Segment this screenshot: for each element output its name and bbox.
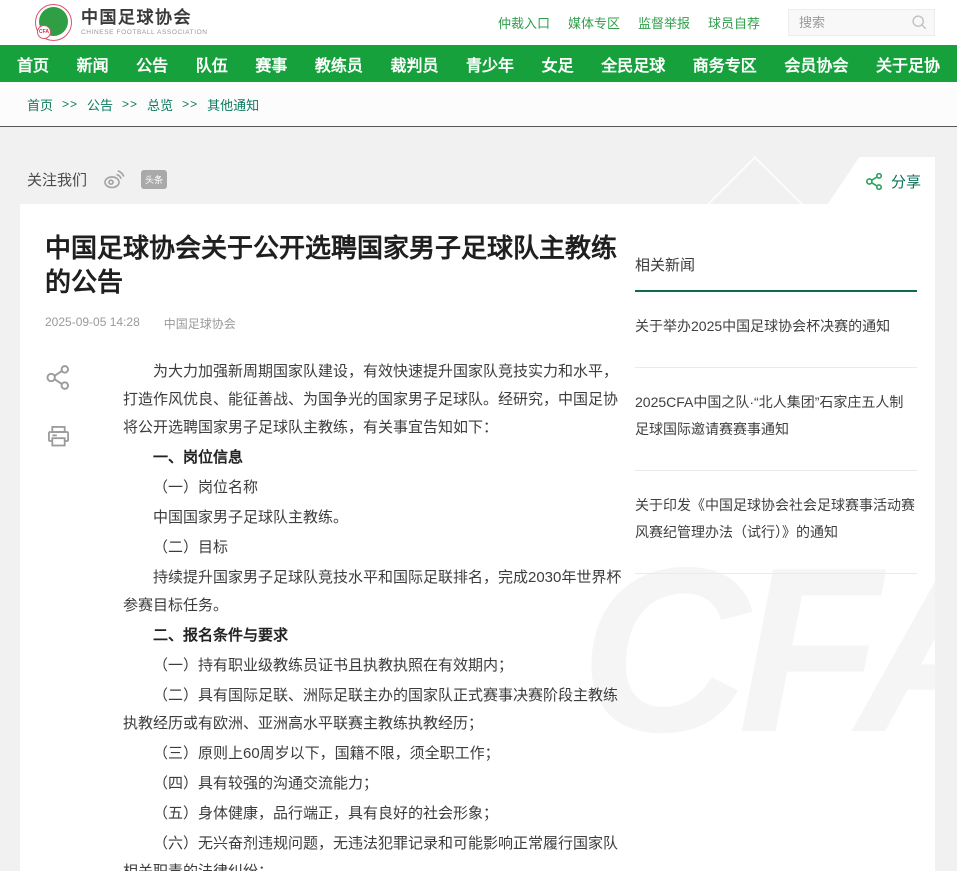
related-news-sidebar: 相关新闻 关于举办2025中国足球协会杯决赛的通知 2025CFA中国之队·“北… [635, 254, 917, 574]
toutiao-icon[interactable]: 头条 [141, 170, 167, 189]
search-icon[interactable] [911, 14, 928, 36]
share-nodes-icon [865, 172, 884, 191]
share-label: 分享 [891, 171, 921, 192]
share-nodes-icon[interactable] [45, 364, 123, 396]
nav-item-referees[interactable]: 裁判员 [385, 52, 443, 76]
top-bar: CFA 中国足球协会 CHINESE FOOTBALL ASSOCIATION … [0, 0, 957, 45]
quick-link-self-recommend[interactable]: 球员自荐 [708, 13, 760, 32]
related-news-item[interactable]: 2025CFA中国之队·“北人集团”石家庄五人制足球国际邀请赛赛事通知 [635, 368, 917, 471]
nav-item-announcements[interactable]: 公告 [131, 52, 173, 76]
paragraph: （三）原则上60周岁以下，国籍不限，须全职工作； [123, 740, 623, 768]
quick-link-supervision[interactable]: 监督举报 [638, 13, 690, 32]
follow-us-row: 关注我们 头条 [27, 167, 167, 191]
paragraph: （一）岗位名称 [123, 474, 623, 502]
breadcrumb-other-notices[interactable]: 其他通知 [207, 95, 259, 114]
quick-link-media[interactable]: 媒体专区 [568, 13, 620, 32]
nav-item-teams[interactable]: 队伍 [191, 52, 233, 76]
cfa-logo[interactable]: CFA 中国足球协会 CHINESE FOOTBALL ASSOCIATION [35, 4, 208, 41]
cfa-badge-icon: CFA [35, 4, 72, 41]
breadcrumb-separator: >> [62, 97, 78, 111]
paragraph: （二）具有国际足联、洲际足联主办的国家队正式赛事决赛阶段主教练执教经历或有欧洲、… [123, 682, 623, 738]
main-nav: 首页 新闻 公告 队伍 赛事 教练员 裁判员 青少年 女足 全民足球 商务专区 … [0, 45, 957, 82]
breadcrumb-separator: >> [182, 97, 198, 111]
article-card: CFA 中国足球协会关于公开选聘国家男子足球队主教练的公告 2025-09-05… [20, 204, 935, 871]
logo-subtitle: CHINESE FOOTBALL ASSOCIATION [81, 29, 208, 36]
nav-item-womens[interactable]: 女足 [537, 52, 579, 76]
breadcrumb-announcements[interactable]: 公告 [87, 95, 113, 114]
nav-item-news[interactable]: 新闻 [72, 52, 114, 76]
related-news-title: 相关新闻 [635, 254, 917, 292]
print-icon[interactable] [45, 423, 123, 455]
article-tools [45, 358, 123, 871]
share-button[interactable]: 分享 [827, 157, 935, 205]
article-source: 中国足球协会 [164, 315, 236, 332]
weibo-icon[interactable] [102, 167, 126, 191]
paragraph: （五）身体健康，品行端正，具有良好的社会形象； [123, 800, 623, 828]
nav-item-grassroots[interactable]: 全民足球 [596, 52, 670, 76]
nav-item-about[interactable]: 关于足协 [871, 52, 945, 76]
nav-item-home[interactable]: 首页 [12, 52, 54, 76]
related-news-item[interactable]: 关于印发《中国足球协会社会足球赛事活动赛风赛纪管理办法（试行）》的通知 [635, 471, 917, 574]
article-title: 中国足球协会关于公开选聘国家男子足球队主教练的公告 [45, 232, 635, 300]
article: 中国足球协会关于公开选聘国家男子足球队主教练的公告 2025-09-05 14:… [20, 204, 635, 871]
breadcrumb-overview[interactable]: 总览 [147, 95, 173, 114]
related-news-item[interactable]: 关于举办2025中国足球协会杯决赛的通知 [635, 292, 917, 368]
nav-item-coaches[interactable]: 教练员 [310, 52, 368, 76]
paragraph: （四）具有较强的沟通交流能力； [123, 770, 623, 798]
logo-title: 中国足球协会 [81, 9, 208, 28]
paragraph: 中国国家男子足球队主教练。 [123, 504, 623, 532]
quick-link-arbitration[interactable]: 仲裁入口 [498, 13, 550, 32]
content-zone: 关注我们 头条 分享 CFA 中国足球协会关于公开选聘国家男子足球队主教练的公告… [0, 127, 957, 871]
nav-item-competitions[interactable]: 赛事 [250, 52, 292, 76]
breadcrumb: 首页 >> 公告 >> 总览 >> 其他通知 [0, 82, 957, 127]
paragraph: （一）持有职业级教练员证书且执教执照在有效期内； [123, 652, 623, 680]
breadcrumb-home[interactable]: 首页 [27, 95, 53, 114]
paragraph: 为大力加强新周期国家队建设，有效快速提升国家队竞技实力和水平，打造作风优良、能征… [123, 358, 623, 442]
nav-item-youth[interactable]: 青少年 [461, 52, 519, 76]
section-heading: 一、岗位信息 [123, 444, 623, 472]
follow-us-label: 关注我们 [27, 169, 87, 190]
nav-item-business[interactable]: 商务专区 [688, 52, 762, 76]
nav-item-member-assoc[interactable]: 会员协会 [779, 52, 853, 76]
breadcrumb-separator: >> [122, 97, 138, 111]
section-heading: 二、报名条件与要求 [123, 622, 623, 650]
paragraph: 持续提升国家男子足球队竞技水平和国际足联排名，完成2030年世界杯参赛目标任务。 [123, 564, 623, 620]
paragraph: （二）目标 [123, 534, 623, 562]
article-body: 为大力加强新周期国家队建设，有效快速提升国家队竞技实力和水平，打造作风优良、能征… [123, 358, 623, 871]
article-date: 2025-09-05 14:28 [45, 315, 140, 332]
paragraph: （六）无兴奋剂违规问题，无违法犯罪记录和可能影响正常履行国家队相关职责的法律纠纷… [123, 830, 623, 871]
